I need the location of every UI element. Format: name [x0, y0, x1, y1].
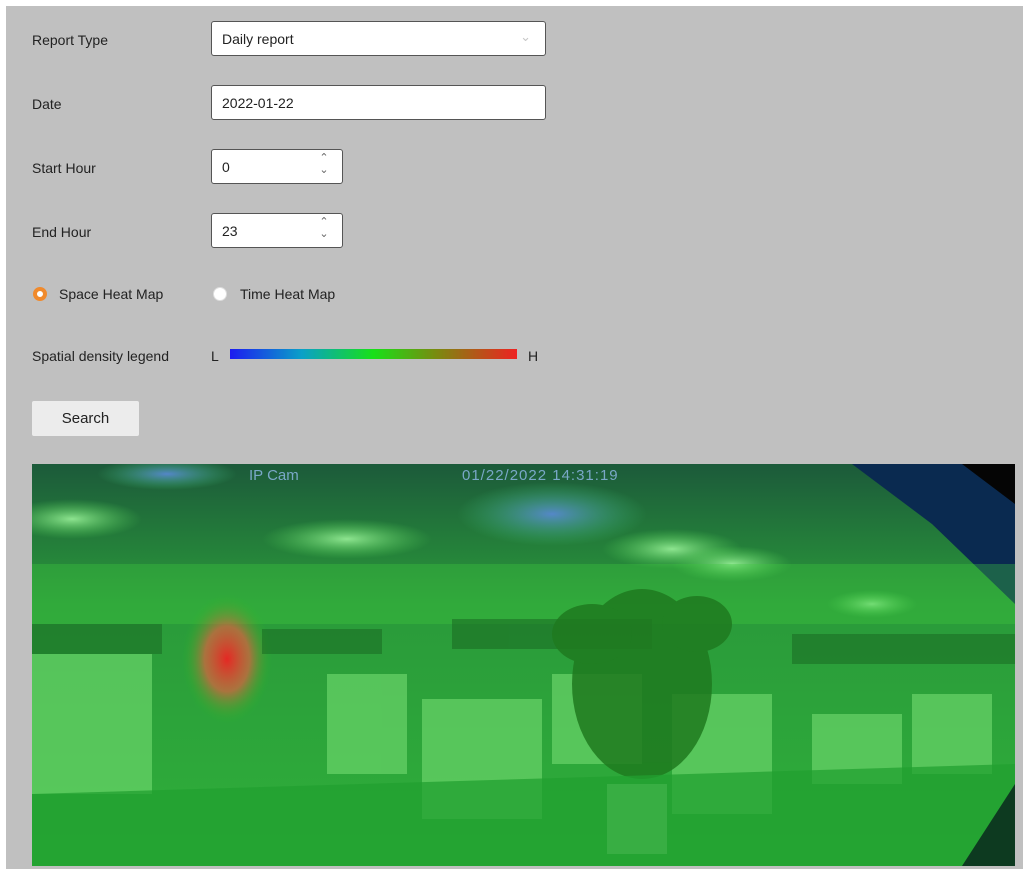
end-hour-label: End Hour — [32, 224, 92, 240]
space-heat-map-radio[interactable] — [33, 287, 47, 301]
timestamp-overlay: 01/22/2022 14:31:19 — [462, 467, 619, 484]
stepper-arrows-icon[interactable]: ⌃ ⌄ — [318, 216, 330, 240]
date-field[interactable]: 2022-01-22 — [211, 85, 546, 120]
chevron-down-icon: ⌄ — [520, 29, 531, 44]
legend-label: Spatial density legend — [32, 348, 169, 364]
heatmap-image: IP Cam 01/22/2022 14:31:19 — [32, 464, 1015, 866]
heatmap-canvas: IP Cam 01/22/2022 14:31:19 — [32, 464, 1015, 866]
end-hour-value: 23 — [222, 223, 238, 239]
time-heat-map-label[interactable]: Time Heat Map — [240, 286, 335, 302]
search-button[interactable]: Search — [32, 401, 139, 436]
stepper-arrows-icon[interactable]: ⌃ ⌄ — [318, 152, 330, 176]
time-heat-map-radio[interactable] — [213, 287, 227, 301]
date-label: Date — [32, 96, 62, 112]
report-type-select[interactable]: Daily report ⌄ — [211, 21, 546, 56]
legend-gradient-bar — [230, 349, 517, 359]
camera-name-overlay: IP Cam — [249, 467, 299, 484]
report-type-value: Daily report — [222, 31, 294, 47]
legend-low-label: L — [211, 348, 219, 364]
report-panel: Report Type Daily report ⌄ Date 2022-01-… — [6, 6, 1023, 869]
start-hour-stepper[interactable]: 0 ⌃ ⌄ — [211, 149, 343, 184]
start-hour-value: 0 — [222, 159, 230, 175]
legend-high-label: H — [528, 348, 539, 364]
date-value: 2022-01-22 — [222, 95, 294, 111]
report-type-label: Report Type — [32, 32, 109, 48]
end-hour-stepper[interactable]: 23 ⌃ ⌄ — [211, 213, 343, 248]
start-hour-label: Start Hour — [32, 160, 96, 176]
space-heat-map-label[interactable]: Space Heat Map — [59, 286, 163, 302]
